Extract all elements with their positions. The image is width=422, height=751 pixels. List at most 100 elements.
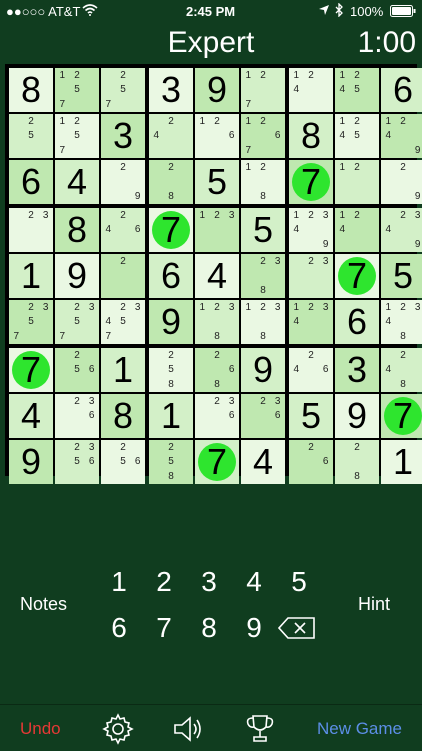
key-2[interactable]: 2 xyxy=(149,566,179,598)
cell-r7-c5[interactable]: 268 xyxy=(195,348,239,392)
cell-r6-c2[interactable]: 2357 xyxy=(55,300,99,344)
cell-r3-c1[interactable]: 6 xyxy=(9,160,53,204)
cell-r1-c7[interactable]: 124 xyxy=(289,68,333,112)
backspace-icon[interactable] xyxy=(278,616,316,640)
cell-r4-c2[interactable]: 8 xyxy=(55,208,99,252)
cell-r1-c6[interactable]: 12 7 xyxy=(241,68,285,112)
cell-r4-c3[interactable]: 24 6 xyxy=(101,208,145,252)
cell-r4-c5[interactable]: 123 xyxy=(195,208,239,252)
cell-r4-c4[interactable]: 7 xyxy=(149,208,193,252)
cell-r3-c6[interactable]: 12 8 xyxy=(241,160,285,204)
cell-r7-c7[interactable]: 24 6 xyxy=(289,348,333,392)
cell-r9-c9[interactable]: 1 xyxy=(381,440,422,484)
cell-r5-c8[interactable]: 7 xyxy=(335,254,379,298)
key-1[interactable]: 1 xyxy=(104,566,134,598)
cell-r1-c8[interactable]: 1245 xyxy=(335,68,379,112)
cell-r3-c7[interactable]: 7 xyxy=(289,160,333,204)
cell-r5-c6[interactable]: 23 8 xyxy=(241,254,285,298)
cell-r8-c4[interactable]: 1 xyxy=(149,394,193,438)
cell-r2-c8[interactable]: 1245 xyxy=(335,114,379,158)
key-5[interactable]: 5 xyxy=(284,566,314,598)
cell-r5-c4[interactable]: 6 xyxy=(149,254,193,298)
cell-r8-c9[interactable]: 7 xyxy=(381,394,422,438)
cell-r3-c8[interactable]: 12 xyxy=(335,160,379,204)
cell-r2-c7[interactable]: 8 xyxy=(289,114,333,158)
cell-r6-c9[interactable]: 123 48 xyxy=(381,300,422,344)
cell-r2-c3[interactable]: 3 xyxy=(101,114,145,158)
cell-r5-c9[interactable]: 5 xyxy=(381,254,422,298)
cell-r2-c2[interactable]: 12 57 xyxy=(55,114,99,158)
cell-r3-c5[interactable]: 5 xyxy=(195,160,239,204)
cell-r1-c1[interactable]: 8 xyxy=(9,68,53,112)
cell-r5-c3[interactable]: 2 xyxy=(101,254,145,298)
cell-r8-c6[interactable]: 23 6 xyxy=(241,394,285,438)
cell-r4-c7[interactable]: 123 4 9 xyxy=(289,208,333,252)
cell-r6-c3[interactable]: 23 457 xyxy=(101,300,145,344)
cell-r6-c6[interactable]: 123 8 xyxy=(241,300,285,344)
key-4[interactable]: 4 xyxy=(239,566,269,598)
cell-r9-c8[interactable]: 28 xyxy=(335,440,379,484)
settings-gear-icon[interactable] xyxy=(102,713,134,745)
cell-r6-c8[interactable]: 6 xyxy=(335,300,379,344)
cell-r1-c2[interactable]: 12 57 xyxy=(55,68,99,112)
cell-r1-c3[interactable]: 2 57 xyxy=(101,68,145,112)
cell-r5-c1[interactable]: 1 xyxy=(9,254,53,298)
cell-r7-c2[interactable]: 2 56 xyxy=(55,348,99,392)
cell-r8-c1[interactable]: 4 xyxy=(9,394,53,438)
cell-r7-c3[interactable]: 1 xyxy=(101,348,145,392)
key-9[interactable]: 9 xyxy=(239,612,269,644)
cell-r6-c7[interactable]: 123 4 xyxy=(289,300,333,344)
cell-r1-c4[interactable]: 3 xyxy=(149,68,193,112)
cell-r4-c6[interactable]: 5 xyxy=(241,208,285,252)
cell-r8-c2[interactable]: 23 6 xyxy=(55,394,99,438)
cell-r7-c9[interactable]: 248 xyxy=(381,348,422,392)
undo-button[interactable]: Undo xyxy=(20,719,61,739)
cell-r2-c4[interactable]: 24 xyxy=(149,114,193,158)
cell-r1-c5[interactable]: 9 xyxy=(195,68,239,112)
cell-r9-c3[interactable]: 2 56 xyxy=(101,440,145,484)
cell-r2-c9[interactable]: 124 9 xyxy=(381,114,422,158)
cell-r7-c6[interactable]: 9 xyxy=(241,348,285,392)
cell-r5-c2[interactable]: 9 xyxy=(55,254,99,298)
notes-button[interactable]: Notes xyxy=(20,594,67,615)
cell-r4-c8[interactable]: 124 xyxy=(335,208,379,252)
cell-r4-c9[interactable]: 23 4 9 xyxy=(381,208,422,252)
key-7[interactable]: 7 xyxy=(149,612,179,644)
hint-button[interactable]: Hint xyxy=(358,594,390,615)
cell-r6-c5[interactable]: 123 8 xyxy=(195,300,239,344)
cell-r9-c7[interactable]: 26 xyxy=(289,440,333,484)
cell-r9-c4[interactable]: 2 5 8 xyxy=(149,440,193,484)
new-game-button[interactable]: New Game xyxy=(317,719,402,739)
cell-r8-c5[interactable]: 23 6 xyxy=(195,394,239,438)
cell-r1-c9[interactable]: 6 xyxy=(381,68,422,112)
cell-r5-c5[interactable]: 4 xyxy=(195,254,239,298)
cell-r7-c8[interactable]: 3 xyxy=(335,348,379,392)
cell-r3-c9[interactable]: 29 xyxy=(381,160,422,204)
cell-r2-c6[interactable]: 126 7 xyxy=(241,114,285,158)
cell-r3-c4[interactable]: 28 xyxy=(149,160,193,204)
key-3[interactable]: 3 xyxy=(194,566,224,598)
pencil-note: 4 xyxy=(339,224,346,236)
cell-r9-c6[interactable]: 4 xyxy=(241,440,285,484)
trophy-icon[interactable] xyxy=(244,713,276,745)
cell-r9-c5[interactable]: 7 xyxy=(195,440,239,484)
cell-r8-c7[interactable]: 5 xyxy=(289,394,333,438)
key-6[interactable]: 6 xyxy=(104,612,134,644)
pencil-note: 3 xyxy=(88,301,95,313)
cell-r8-c8[interactable]: 9 xyxy=(335,394,379,438)
cell-r3-c2[interactable]: 4 xyxy=(55,160,99,204)
cell-r4-c1[interactable]: 23 xyxy=(9,208,53,252)
speaker-icon[interactable] xyxy=(172,713,204,745)
cell-r3-c3[interactable]: 29 xyxy=(101,160,145,204)
cell-r9-c2[interactable]: 2356 xyxy=(55,440,99,484)
cell-r5-c7[interactable]: 23 xyxy=(289,254,333,298)
key-8[interactable]: 8 xyxy=(194,612,224,644)
cell-r2-c5[interactable]: 126 xyxy=(195,114,239,158)
cell-r6-c1[interactable]: 2357 xyxy=(9,300,53,344)
cell-r9-c1[interactable]: 9 xyxy=(9,440,53,484)
cell-r6-c4[interactable]: 9 xyxy=(149,300,193,344)
cell-r7-c1[interactable]: 7 xyxy=(9,348,53,392)
cell-r7-c4[interactable]: 2 5 8 xyxy=(149,348,193,392)
cell-r8-c3[interactable]: 8 xyxy=(101,394,145,438)
cell-r2-c1[interactable]: 25 xyxy=(9,114,53,158)
